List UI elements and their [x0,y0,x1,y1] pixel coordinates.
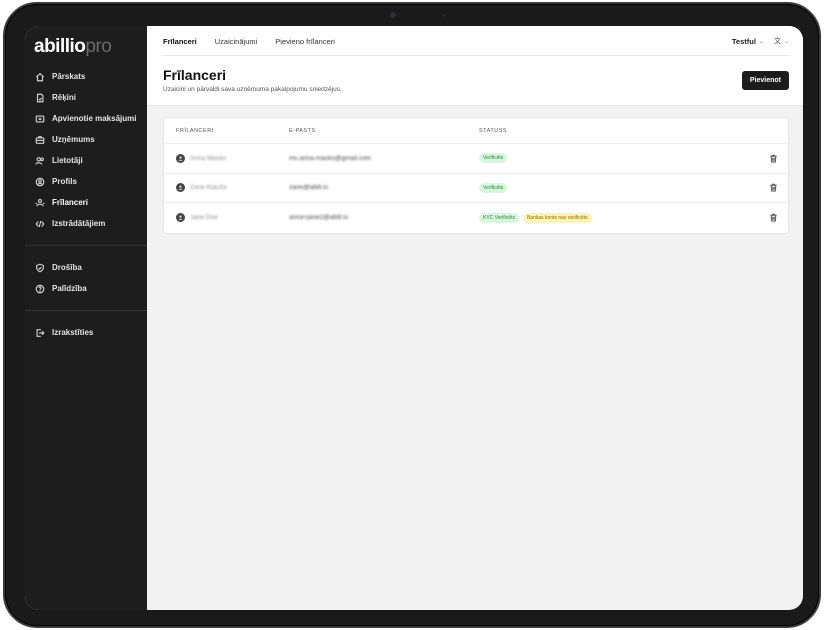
sidebar-divider [25,245,147,246]
sidebar-nav: Pārskats Rēķini Apvienotie maksājumi Uzņ… [25,66,147,234]
sidebar-item-developers[interactable]: Izstrādātājiem [25,213,147,234]
shield-icon [34,262,46,274]
header-text: Frīlanceri Uzaicini un pārvaldi sava uzņ… [163,67,742,93]
sidebar-item-logout[interactable]: Izrakstīties [25,322,147,343]
sidebar-item-label: Izstrādātājiem [52,219,106,228]
actions-cell [758,182,788,194]
document-icon [34,92,46,104]
code-icon [34,218,46,230]
sidebar-item-invoices[interactable]: Rēķini [25,87,147,108]
sidebar-item-security[interactable]: Drošība [25,257,147,278]
sidebar-item-label: Rēķini [52,93,77,102]
add-freelancer-button[interactable]: Pievienot [741,70,789,90]
trash-icon[interactable] [767,152,779,164]
freelancer-email: ms.anna.macko@gmail.com [289,154,372,162]
sidebar-item-label: Drošība [52,263,82,272]
status-badge: Verificēts [479,182,508,193]
main-area: Frīlanceri Uzaicinājumi Pievieno frīlanc… [147,26,803,610]
app-screen: abillio pro Pārskats Rēķini Apvienotie ma… [25,26,803,610]
sidebar-item-combined-payments[interactable]: Apvienotie maksājumi [25,108,147,129]
page-subtitle: Uzaicini un pārvaldi sava uzņēmuma pakal… [163,86,342,93]
chevron-down-icon: ⌄ [783,38,789,45]
topbar: Frīlanceri Uzaicinājumi Pievieno frīlanc… [147,26,803,56]
content: FRĪLANCERI E-PASTS STATUSS Anna Macko ms… [147,106,803,234]
user-name: Testful [731,36,756,46]
topbar-divider [163,55,789,56]
status-cell: Verificēts [479,153,758,164]
sidebar-item-label: Profils [52,177,77,186]
sidebar-item-label: Palīdzība [52,284,87,293]
freelancer-name: Zane Klauža [190,184,227,192]
users-icon [34,155,46,167]
sensor-dot [442,14,445,17]
home-icon [34,71,46,83]
profile-icon [34,176,46,188]
column-freelancers: FRĪLANCERI [176,127,214,134]
freelancers-table: FRĪLANCERI E-PASTS STATUSS Anna Macko ms… [163,117,789,234]
sidebar: abillio pro Pārskats Rēķini Apvienotie ma… [25,26,147,610]
logo-main: abillio [34,36,86,57]
page-header: Frīlanceri Uzaicini un pārvaldi sava uzņ… [147,56,803,106]
status-cell: Verificēts [479,182,758,193]
sidebar-item-freelancers[interactable]: Frīlanceri [25,192,147,213]
avatar-icon [176,183,185,193]
freelancer-name: Jane Doe [190,214,218,222]
sidebar-item-company[interactable]: Uzņēmums [25,129,147,150]
topbar-right: Testful ⌄ 文 ⌄ [732,36,789,46]
sidebar-secondary-nav: Drošība Palīdzība [25,257,147,299]
avatar-icon [176,153,185,163]
sidebar-logout-nav: Izrakstīties [25,322,147,343]
tab-invitations[interactable]: Uzaicinājumi [215,26,258,56]
freelancers-icon [34,197,46,209]
payments-icon [34,113,46,125]
tab-add-freelancer[interactable]: Pievieno frīlanceri [275,26,335,56]
table-header: FRĪLANCERI E-PASTS STATUSS [164,118,788,144]
tab-freelancers[interactable]: Frīlanceri [163,26,197,56]
sidebar-item-profile[interactable]: Profils [25,171,147,192]
table-row[interactable]: Zane Klauža zane@abill.io Verificēts [164,174,788,203]
language-menu[interactable]: 文 ⌄ [774,36,789,46]
status-badge-warning: Bankas konts nav verificēts [522,212,592,223]
sidebar-item-label: Apvienotie maksājumi [52,114,137,123]
sidebar-item-label: Izrakstīties [52,328,94,337]
freelancer-cell: Anna Macko [164,153,289,163]
trash-icon[interactable] [767,182,779,194]
help-icon [34,283,46,295]
sidebar-item-label: Uzņēmums [52,135,95,144]
table-row[interactable]: Jane Doe anna+jane2@abill.io KYC Verific… [164,203,788,233]
freelancer-cell: Jane Doe [164,213,289,223]
column-status: STATUSS [479,127,508,134]
sidebar-item-overview[interactable]: Pārskats [25,66,147,87]
column-email: E-PASTS [289,127,316,134]
sidebar-item-users[interactable]: Lietotāji [25,150,147,171]
camera-dot [390,12,396,18]
status-cell: KYC Verificēts Bankas konts nav verificē… [479,212,758,223]
logo[interactable]: abillio pro [25,26,147,66]
sidebar-item-label: Lietotāji [52,156,83,165]
actions-cell [758,152,788,164]
translate-icon: 文 [773,38,781,45]
freelancer-name: Anna Macko [190,154,227,162]
freelancer-email: anna+jane2@abill.io [289,214,349,222]
page-title: Frīlanceri [163,67,227,83]
logo-suffix: pro [85,36,112,57]
trash-icon[interactable] [767,212,779,224]
status-badge: Verificēts [479,153,508,164]
sidebar-divider [25,310,147,311]
sidebar-item-label: Pārskats [52,72,86,81]
actions-cell [758,212,788,224]
freelancer-cell: Zane Klauža [164,183,289,193]
tablet-frame: abillio pro Pārskats Rēķini Apvienotie ma… [3,2,821,628]
sidebar-item-help[interactable]: Palīdzība [25,278,147,299]
logout-icon [34,327,46,339]
table-row[interactable]: Anna Macko ms.anna.macko@gmail.com Verif… [164,144,788,174]
chevron-down-icon: ⌄ [758,38,764,45]
status-badge: KYC Verificēts [479,212,519,223]
user-menu[interactable]: Testful ⌄ [732,37,764,46]
sidebar-item-label: Frīlanceri [52,198,89,207]
avatar-icon [176,213,185,223]
briefcase-icon [34,134,46,146]
freelancer-email: zane@abill.io [289,184,329,192]
